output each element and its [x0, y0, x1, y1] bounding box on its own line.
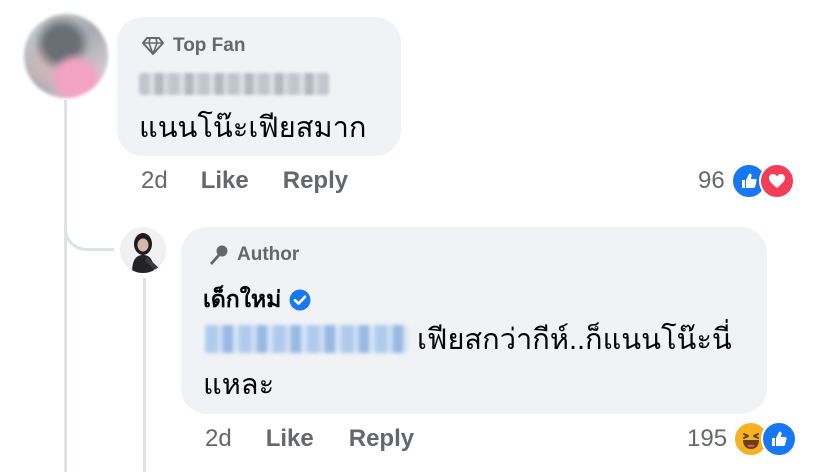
- reply-actions: 2d Like Reply: [205, 425, 414, 453]
- author-avatar[interactable]: [120, 227, 166, 273]
- verified-badge-icon: [289, 289, 311, 311]
- thread-line-reply: [143, 278, 146, 472]
- reaction-count: 195: [687, 425, 728, 452]
- comment-actions: 2d Like Reply: [141, 167, 348, 195]
- comment-text: แนนโน๊ะเฟียสมาก: [139, 112, 367, 144]
- comment-reactions[interactable]: 96: [698, 163, 795, 199]
- reply-button[interactable]: Reply: [283, 167, 348, 195]
- badge-label: Top Fan: [173, 35, 246, 56]
- like-icon: [761, 421, 798, 457]
- reply-text-line-1: เฟียสกว่ากีห์..ก็แนนโน๊ะนี่: [417, 324, 732, 356]
- comment-bubble: Top Fan แนนโน๊ะเฟียสมาก: [117, 17, 401, 156]
- like-button[interactable]: Like: [266, 425, 314, 453]
- thread-line-main: [64, 100, 67, 472]
- microphone-icon: [210, 245, 228, 265]
- top-fan-badge: Top Fan: [141, 35, 245, 57]
- tagged-name-blurred[interactable]: [205, 325, 408, 353]
- author-name[interactable]: เด็กใหม่: [203, 282, 281, 318]
- reply-bubble: Author เด็กใหม่ เฟียสกว่ากีห์..ก็แนนโน๊ะ…: [181, 227, 767, 414]
- author-avatar-figure: [132, 233, 160, 273]
- author-badge: Author: [207, 244, 299, 266]
- reply-button[interactable]: Reply: [349, 425, 414, 453]
- love-icon: [758, 163, 795, 199]
- commenter-name-blurred[interactable]: [139, 73, 329, 95]
- commenter-avatar[interactable]: [24, 14, 108, 98]
- diamond-icon: [142, 37, 164, 55]
- reply-text-line-2: แหละ: [203, 369, 275, 401]
- like-button[interactable]: Like: [201, 167, 249, 195]
- comment-timestamp[interactable]: 2d: [141, 167, 168, 195]
- reply-timestamp[interactable]: 2d: [205, 425, 232, 453]
- reaction-count: 96: [698, 167, 725, 194]
- badge-label: Author: [237, 244, 300, 265]
- thread-elbow-connector: [64, 195, 114, 251]
- author-name-row: เด็กใหม่: [203, 282, 311, 318]
- reply-reactions[interactable]: 195: [687, 421, 798, 457]
